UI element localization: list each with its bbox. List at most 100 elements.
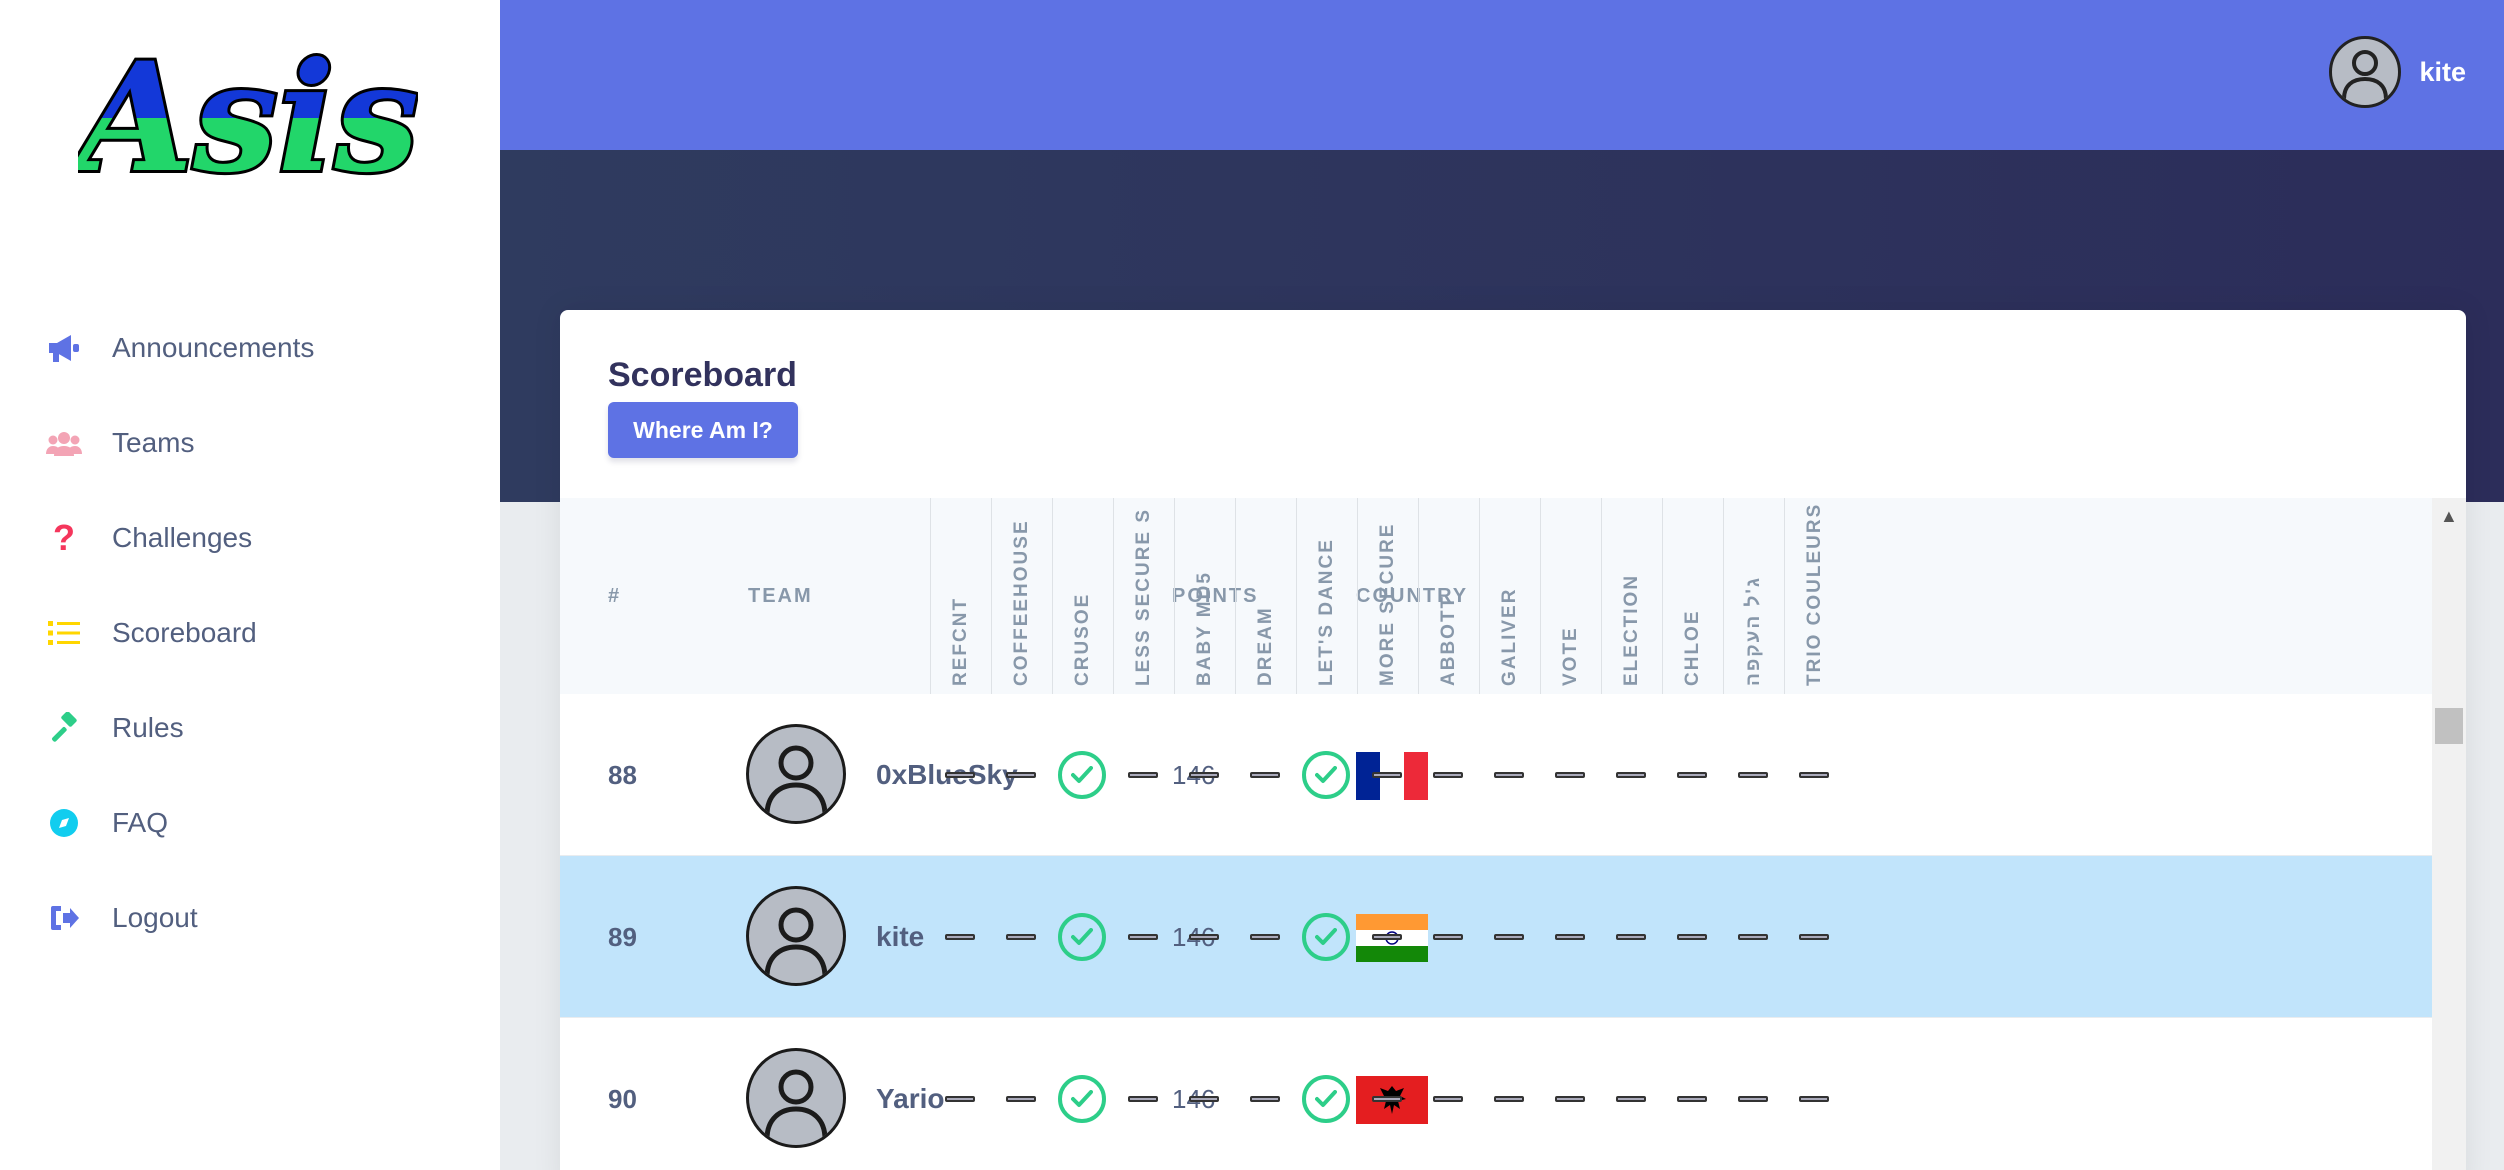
challenge-column-header[interactable]: TRIO COULEURS (1784, 498, 1844, 694)
challenge-column-header[interactable]: LESS SECURE S (1113, 498, 1173, 694)
dash-icon (1555, 1096, 1585, 1102)
challenge-name: LET'S DANCE (1315, 538, 1337, 686)
dash-icon (1738, 772, 1768, 778)
unsolved-dash-icon (1723, 856, 1783, 1018)
unsolved-dash-icon (1540, 694, 1600, 856)
table-row[interactable]: 90 Yario 146 (560, 1018, 2432, 1170)
team-name-link[interactable]: kite (876, 856, 924, 1018)
dash-icon (1738, 1096, 1768, 1102)
unsolved-dash-icon (1479, 856, 1539, 1018)
challenge-name: CHLOE (1681, 609, 1703, 687)
challenge-column-header[interactable]: ABBOTT (1418, 498, 1478, 694)
sidebar-item-rules[interactable]: Rules (0, 680, 500, 775)
dash-icon (1250, 772, 1280, 778)
user-menu[interactable]: kite (2329, 36, 2466, 108)
unsolved-dash-icon (1357, 1018, 1417, 1170)
challenge-column-header[interactable]: VOTE (1540, 498, 1600, 694)
challenge-column-header[interactable]: DREAM (1235, 498, 1295, 694)
dash-icon (1006, 934, 1036, 940)
unsolved-dash-icon (1784, 856, 1844, 1018)
unsolved-dash-icon (1723, 694, 1783, 856)
unsolved-dash-icon (1784, 694, 1844, 856)
row-rank: 88 (608, 759, 637, 790)
scrollbar-thumb[interactable] (2435, 708, 2463, 744)
challenge-column-header[interactable]: REFCNT (930, 498, 990, 694)
sidebar-item-label: Challenges (112, 521, 253, 553)
dash-icon (1616, 772, 1646, 778)
unsolved-dash-icon (1174, 694, 1234, 856)
compass-icon (46, 805, 82, 841)
challenge-column-header[interactable]: COFFEEHOUSE (991, 498, 1051, 694)
challenge-column-header[interactable]: ג'ל העקפה (1723, 498, 1783, 694)
challenge-column-header[interactable]: GALIVER (1479, 498, 1539, 694)
unsolved-dash-icon (1662, 694, 1722, 856)
check-circle-icon (1058, 1075, 1106, 1123)
team-avatar[interactable] (746, 1048, 846, 1148)
check-circle-icon (1302, 751, 1350, 799)
site-logo[interactable]: Asis (62, 27, 422, 220)
team-avatar[interactable] (746, 724, 846, 824)
table-row[interactable]: 89 kite 146 (560, 856, 2432, 1018)
dash-icon (1494, 1096, 1524, 1102)
sidebar-item-scoreboard[interactable]: Scoreboard (0, 585, 500, 680)
challenge-column-header[interactable]: BABY MD5 (1174, 498, 1234, 694)
sidebar-item-label: Teams (112, 426, 195, 458)
challenge-name: LESS SECURE S (1132, 507, 1154, 686)
challenge-column-header[interactable]: ELECTION (1601, 498, 1661, 694)
table-row[interactable]: 88 0xBlueSky 146 (560, 694, 2432, 856)
sidebar-item-challenges[interactable]: ? Challenges (0, 490, 500, 585)
scroll-up-arrow-icon[interactable]: ▲ (2440, 506, 2458, 527)
dash-icon (1555, 934, 1585, 940)
scrollbar[interactable]: ▲ (2432, 498, 2466, 1170)
unsolved-dash-icon (1540, 1018, 1600, 1170)
sidebar-item-announcements[interactable]: Announcements (0, 300, 500, 395)
dash-icon (1799, 1096, 1829, 1102)
unsolved-dash-icon (1113, 856, 1173, 1018)
unsolved-dash-icon (930, 1018, 990, 1170)
dash-icon (1250, 934, 1280, 940)
unsolved-dash-icon (991, 694, 1051, 856)
unsolved-dash-icon (1357, 856, 1417, 1018)
unsolved-dash-icon (1235, 856, 1295, 1018)
dash-icon (1372, 772, 1402, 778)
challenge-column-header[interactable]: LET'S DANCE (1296, 498, 1356, 694)
unsolved-dash-icon (1235, 1018, 1295, 1170)
dash-icon (1189, 772, 1219, 778)
dash-icon (1128, 934, 1158, 940)
sidebar-item-faq[interactable]: FAQ (0, 775, 500, 870)
challenge-name: ABBOTT (1437, 594, 1459, 686)
user-avatar[interactable] (2329, 36, 2402, 108)
dash-icon (1494, 934, 1524, 940)
dash-icon (1128, 772, 1158, 778)
row-rank: 90 (608, 1083, 637, 1114)
dash-icon (1433, 772, 1463, 778)
unsolved-dash-icon (1418, 1018, 1478, 1170)
megaphone-icon (46, 330, 82, 366)
sidebar-item-logout[interactable]: Logout (0, 870, 500, 965)
check-circle-icon (1058, 751, 1106, 799)
solved-check-icon (1296, 694, 1356, 856)
logout-icon (46, 900, 82, 936)
unsolved-dash-icon (1418, 856, 1478, 1018)
unsolved-dash-icon (930, 694, 990, 856)
dash-icon (1189, 934, 1219, 940)
dash-icon (1250, 1096, 1280, 1102)
challenge-column-header[interactable]: MORE SECURE (1357, 498, 1417, 694)
sidebar-item-label: Announcements (112, 331, 315, 363)
unsolved-dash-icon (1540, 856, 1600, 1018)
users-icon (46, 425, 82, 461)
unsolved-dash-icon (1479, 694, 1539, 856)
team-avatar[interactable] (746, 886, 846, 986)
dash-icon (1372, 1096, 1402, 1102)
unsolved-dash-icon (1113, 1018, 1173, 1170)
sidebar-item-teams[interactable]: Teams (0, 395, 500, 490)
dash-icon (1677, 1096, 1707, 1102)
challenge-name: TRIO COULEURS (1803, 502, 1825, 686)
challenge-column-header[interactable]: CHLOE (1662, 498, 1722, 694)
username[interactable]: kite (2419, 57, 2466, 88)
challenge-name: BABY MD5 (1193, 571, 1215, 686)
unsolved-dash-icon (1601, 1018, 1661, 1170)
where-am-i-button[interactable]: Where Am I? (608, 402, 798, 458)
challenge-column-header[interactable]: CRUSOE (1052, 498, 1112, 694)
dash-icon (1677, 772, 1707, 778)
